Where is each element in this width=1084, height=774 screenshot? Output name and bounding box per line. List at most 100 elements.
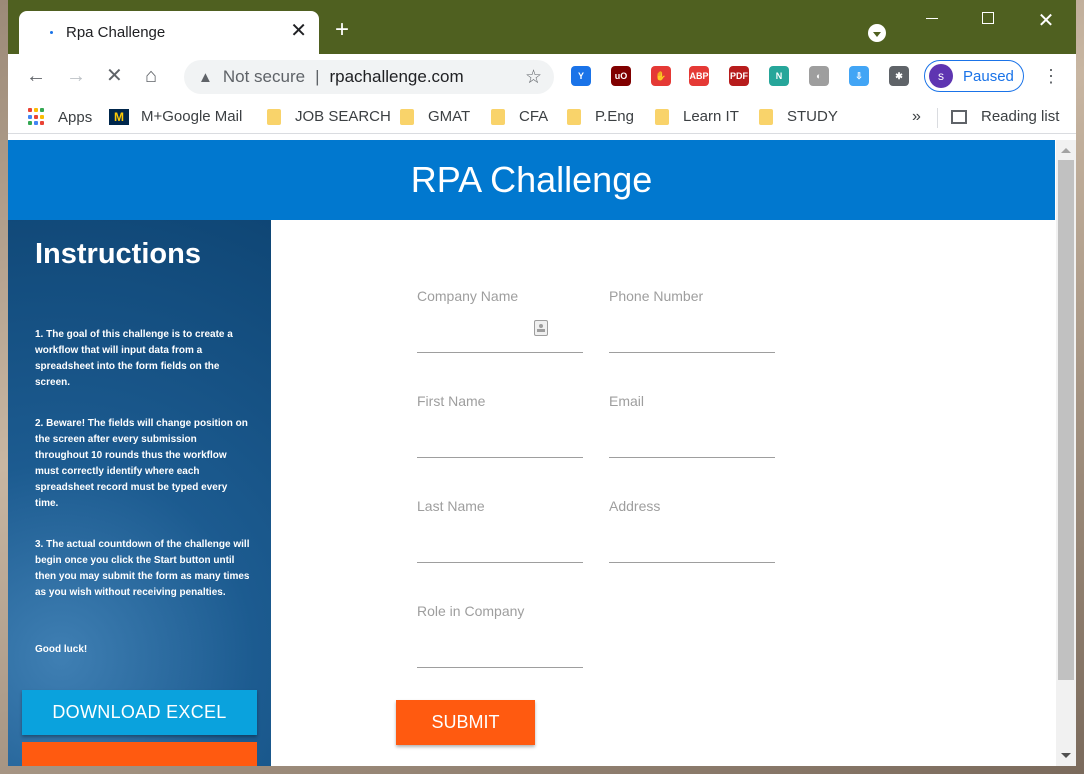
last-name-label: Last Name [417,498,485,514]
good-luck-text: Good luck! [35,644,88,655]
contact-card-icon[interactable] [534,320,548,336]
bookmark-label: JOB SEARCH [295,108,391,125]
close-window-icon[interactable]: ✕ [1036,8,1056,33]
bookmark-label: CFA [519,108,549,125]
address-label: Address [609,498,661,514]
bookmarks-overflow-icon[interactable]: » [912,108,921,126]
title-bar: Rpa Challenge ✕ + ✕ [8,0,1076,54]
page-content: RPA Challenge Instructions 1. The goal o… [8,140,1056,766]
tab-close-icon[interactable]: ✕ [290,21,307,41]
stop-icon[interactable]: ✋ [651,66,671,86]
tab-loading-icon [50,31,53,34]
folder-icon [491,108,505,125]
ublock-icon[interactable]: uO [611,66,631,86]
forward-icon[interactable]: → [66,65,86,87]
role-in-company-underline [417,667,583,668]
email-field[interactable]: Email [609,393,775,458]
bookmarks-bar: Apps M M+Google Mail JOB SEARCH GMAT CFA P.Eng… [8,100,1076,134]
michigan-logo-icon: M [109,108,129,125]
warning-icon[interactable]: ▲ [198,69,213,86]
y-icon[interactable]: Y [571,66,591,86]
role-in-company-field[interactable]: Role in Company [417,603,583,668]
bookmark-label: STUDY [787,108,838,125]
bookmarks-divider [937,108,938,128]
bookmark-star-icon[interactable]: ☆ [525,66,542,89]
bookmark-apps[interactable]: Apps [28,108,92,126]
security-label[interactable]: Not secure [223,67,305,87]
address-underline [609,562,775,563]
bookmark-gmat[interactable]: GMAT [400,108,470,125]
start-button[interactable] [22,742,257,766]
email-underline [609,457,775,458]
reading-list-icon [951,109,967,124]
n-icon[interactable]: N [769,66,789,86]
download-excel-button[interactable]: DOWNLOAD EXCEL [22,690,257,735]
last-name-field[interactable]: Last Name [417,498,583,563]
page-title: RPA Challenge [410,159,653,200]
first-name-label: First Name [417,393,486,409]
folder-icon [759,108,773,125]
address-field[interactable]: Address [609,498,775,563]
minimize-icon[interactable] [922,10,942,19]
bookmark-m-google-mail[interactable]: M M+Google Mail [109,108,242,125]
submit-button[interactable]: SUBMIT [396,700,535,745]
scrollbar-thumb[interactable] [1058,160,1074,680]
tab-search-icon[interactable] [868,24,886,42]
company-name-label: Company Name [417,288,519,304]
last-name-underline [417,562,583,563]
bookmark-label: Apps [58,108,93,126]
maximize-icon[interactable] [978,8,998,24]
bookmark-learn-it[interactable]: Learn IT [655,108,739,125]
phone-number-label: Phone Number [609,288,704,304]
address-bar[interactable]: ▲ Not secure | rpachallenge.com ☆ [184,60,554,94]
apps-grid-icon [28,108,46,126]
folder-icon [655,108,669,125]
browser-tab[interactable]: Rpa Challenge ✕ [19,11,319,54]
download-icon[interactable]: ⇩ [849,66,869,86]
first-name-field[interactable]: First Name [417,393,583,458]
company-name-field[interactable]: Company Name [417,288,583,353]
scroll-down-icon[interactable] [1061,753,1071,758]
folder-icon [567,108,581,125]
role-in-company-label: Role in Company [417,603,525,619]
bookmark-label: Learn IT [683,108,739,125]
instructions-panel: Instructions 1. The goal of this challen… [8,220,271,766]
back-icon[interactable]: ← [26,65,46,87]
page-header: RPA Challenge [8,140,1055,220]
bookmark-job-search[interactable]: JOB SEARCH [267,108,391,125]
phone-number-field[interactable]: Phone Number [609,288,775,353]
profile-button[interactable]: s Paused [924,60,1024,92]
bookmark-cfa[interactable]: CFA [491,108,548,125]
bookmark-label: GMAT [428,108,471,125]
instruction-3: 3. The actual countdown of the challenge… [35,539,250,598]
reading-list-button[interactable]: Reading list [951,108,1059,125]
first-name-underline [417,457,583,458]
folder-icon [400,108,414,125]
browser-toolbar: ← → ✕ ⌂ ▲ Not secure | rpachallenge.com … [8,54,1076,100]
reading-list-label: Reading list [981,108,1060,125]
url-separator: | [315,67,320,86]
browser-window: Rpa Challenge ✕ + ✕ ← → ✕ ⌂ ▲ Not secure… [8,0,1076,766]
kebab-menu-icon[interactable]: ⋮ [1042,66,1060,87]
new-tab-icon[interactable]: + [335,18,349,42]
page-scrollbar[interactable] [1056,140,1076,766]
scroll-up-icon[interactable] [1061,148,1071,153]
pdf-icon[interactable]: PDF [729,66,749,86]
home-icon[interactable]: ⌂ [145,65,157,87]
mouse-icon[interactable]: ◐ [809,66,829,86]
bookmark-label: M+Google Mail [141,108,243,125]
profile-status: Paused [963,67,1014,85]
adblock-plus-icon[interactable]: ABP [689,66,709,86]
puzzle-icon[interactable]: ✱ [889,66,909,86]
instruction-2: 2. Beware! The fields will change positi… [35,418,248,509]
avatar: s [929,64,953,88]
instruction-1: 1. The goal of this challenge is to crea… [35,329,233,388]
stop-loading-icon[interactable]: ✕ [106,65,123,87]
url-text[interactable]: rpachallenge.com [329,67,463,87]
phone-number-underline [609,352,775,353]
folder-icon [267,108,281,125]
bookmark-p-eng[interactable]: P.Eng [567,108,634,125]
email-label: Email [609,393,645,409]
instructions-heading: Instructions [35,238,201,270]
bookmark-study[interactable]: STUDY [759,108,838,125]
